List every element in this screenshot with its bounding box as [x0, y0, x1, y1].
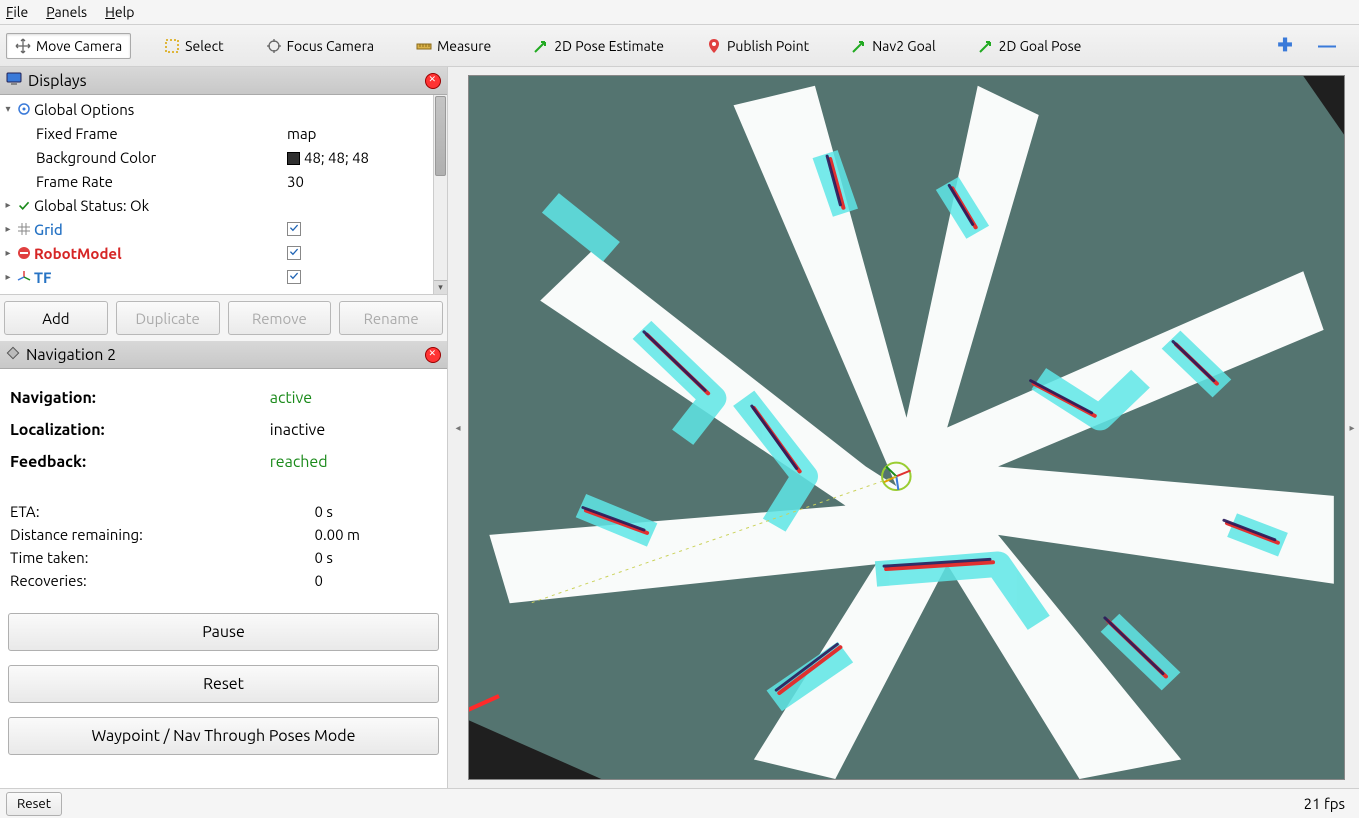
navigation-label: Navigation:	[10, 383, 268, 413]
tool-measure-label: Measure	[437, 38, 491, 54]
tf-checkbox[interactable]	[287, 270, 301, 284]
displays-button-row: Add Duplicate Remove Rename	[0, 295, 447, 341]
tool-2d-pose-estimate[interactable]: 2D Pose Estimate	[524, 33, 673, 59]
dist-label: Distance remaining:	[10, 524, 313, 545]
tool-nav2-goal-label: Nav2 Goal	[872, 38, 935, 54]
tree-robotmodel[interactable]: ▸ RobotModel	[2, 241, 447, 265]
tree-global-options[interactable]: ▾ Global Options	[2, 97, 447, 121]
pause-button[interactable]: Pause	[8, 613, 439, 651]
tree-frame-rate[interactable]: Frame Rate 30	[2, 169, 447, 193]
reset-button[interactable]: Reset	[8, 665, 439, 703]
viewport-3d[interactable]	[468, 75, 1345, 780]
grid-checkbox[interactable]	[287, 222, 301, 236]
dist-value: 0.00 m	[315, 524, 437, 545]
gear-icon	[14, 102, 34, 116]
displays-scrollbar[interactable]: ▾	[433, 95, 447, 294]
focus-icon	[266, 38, 282, 54]
arrow-green-icon	[978, 38, 994, 54]
navigation-value: active	[270, 383, 437, 413]
close-icon[interactable]	[425, 347, 441, 363]
diamond-icon	[6, 346, 20, 364]
arrow-green-icon	[533, 38, 549, 54]
tool-goal-pose-label: 2D Goal Pose	[999, 38, 1082, 54]
tree-bg-color[interactable]: Background Color 48; 48; 48	[2, 145, 447, 169]
axes-icon	[14, 270, 34, 284]
localization-value: inactive	[270, 415, 437, 445]
arrow-green-icon	[851, 38, 867, 54]
tree-fixed-frame[interactable]: Fixed Frame map	[2, 121, 447, 145]
robotmodel-checkbox[interactable]	[287, 246, 301, 260]
tree-global-status[interactable]: ▸ ✓ Global Status: Ok	[2, 193, 447, 217]
monitor-icon	[6, 72, 22, 90]
tree-tf[interactable]: ▸ TF	[2, 265, 447, 289]
minus-icon[interactable]: —	[1319, 38, 1335, 54]
tool-move-camera-label: Move Camera	[36, 38, 122, 54]
menu-panels[interactable]: Panels	[46, 4, 87, 20]
tool-select[interactable]: Select	[155, 33, 232, 59]
tool-measure[interactable]: Measure	[407, 33, 500, 59]
tool-pose-estimate-label: 2D Pose Estimate	[554, 38, 664, 54]
ruler-icon	[416, 38, 432, 54]
displays-tree: ▾ Global Options Fixed Frame map Backgro…	[0, 95, 447, 295]
tool-focus-camera[interactable]: Focus Camera	[257, 33, 383, 59]
error-icon	[14, 246, 34, 260]
navigation-title: Navigation 2	[26, 346, 116, 364]
statusbar-reset-button[interactable]: Reset	[6, 792, 62, 816]
fps-counter: 21 fps	[1304, 795, 1353, 812]
remove-button[interactable]: Remove	[228, 301, 332, 335]
eta-value: 0 s	[315, 501, 437, 522]
select-icon	[164, 38, 180, 54]
time-value: 0 s	[315, 547, 437, 568]
tool-nav2-goal[interactable]: Nav2 Goal	[842, 33, 944, 59]
recoveries-label: Recoveries:	[10, 570, 313, 591]
tool-publish-point[interactable]: Publish Point	[697, 33, 818, 59]
splitter-right[interactable]: ▸	[1345, 67, 1359, 788]
menu-file[interactable]: File	[6, 4, 28, 20]
check-icon: ✓	[14, 197, 34, 214]
tool-move-camera[interactable]: Move Camera	[6, 33, 131, 59]
recoveries-value: 0	[315, 570, 437, 591]
statusbar: Reset 21 fps	[0, 788, 1359, 818]
rename-button[interactable]: Rename	[339, 301, 443, 335]
tree-grid[interactable]: ▸ Grid	[2, 217, 447, 241]
duplicate-button[interactable]: Duplicate	[116, 301, 220, 335]
splitter-left[interactable]: ◂	[448, 67, 468, 788]
menu-help[interactable]: Help	[105, 4, 134, 20]
plus-icon[interactable]: ✚	[1277, 38, 1293, 54]
menubar: File Panels Help	[0, 0, 1359, 25]
close-icon[interactable]	[425, 73, 441, 89]
displays-panel-header[interactable]: Displays	[0, 67, 447, 95]
toolbar: Move Camera Select Focus Camera Measure …	[0, 25, 1359, 67]
feedback-value: reached	[270, 447, 437, 477]
localization-label: Localization:	[10, 415, 268, 445]
time-label: Time taken:	[10, 547, 313, 568]
displays-title: Displays	[28, 72, 87, 90]
navigation-panel-header[interactable]: Navigation 2	[0, 341, 447, 369]
color-swatch	[287, 152, 300, 165]
navigation-panel-body: Navigation: active Localization: inactiv…	[0, 369, 447, 788]
waypoint-mode-button[interactable]: Waypoint / Nav Through Poses Mode	[8, 717, 439, 755]
feedback-label: Feedback:	[10, 447, 268, 477]
grid-icon	[14, 222, 34, 236]
tool-2d-goal-pose[interactable]: 2D Goal Pose	[969, 33, 1091, 59]
tool-select-label: Select	[185, 38, 223, 54]
pin-icon	[706, 38, 722, 54]
tool-focus-camera-label: Focus Camera	[287, 38, 374, 54]
tool-publish-point-label: Publish Point	[727, 38, 809, 54]
eta-label: ETA:	[10, 501, 313, 522]
add-button[interactable]: Add	[4, 301, 108, 335]
move-camera-icon	[15, 38, 31, 54]
